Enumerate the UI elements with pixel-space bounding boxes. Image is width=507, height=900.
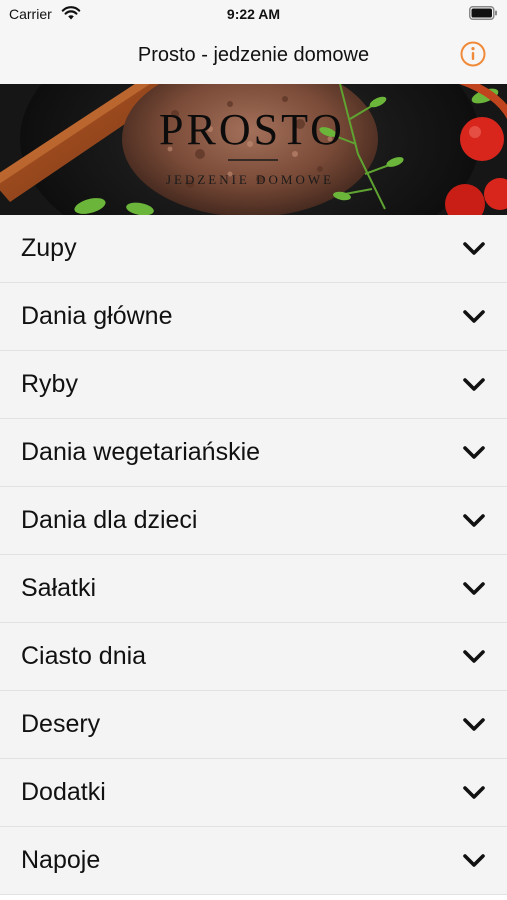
banner-logo-text: PROSTO — [159, 105, 345, 154]
banner-logo-subtitle: JEDZENIE DOMOWE — [166, 172, 334, 187]
chevron-down-icon[interactable] — [462, 308, 486, 326]
category-label: Desery — [21, 710, 101, 738]
navigation-bar: Prosto - jedzenie domowe — [0, 27, 507, 84]
category-label: Sałatki — [21, 574, 97, 602]
chevron-down-icon[interactable] — [462, 376, 486, 394]
category-row-dodatki[interactable]: Dodatki — [0, 759, 507, 827]
battery-full-icon — [469, 6, 497, 20]
chevron-down-icon[interactable] — [462, 648, 486, 666]
category-row-desery[interactable]: Desery — [0, 691, 507, 759]
category-row-ciasto-dnia[interactable]: Ciasto dnia — [0, 623, 507, 691]
banner-artwork: PROSTO JEDZENIE DOMOWE — [0, 84, 507, 215]
category-row-napoje[interactable]: Napoje — [0, 827, 507, 895]
chevron-down-icon[interactable] — [462, 240, 486, 258]
chevron-down-icon[interactable] — [462, 852, 486, 870]
app-screen: Carrier 9:22 AM Prosto - jedzenie domowe — [0, 0, 507, 900]
category-label: Dania wegetariańskie — [21, 438, 261, 466]
page-title: Prosto - jedzenie domowe — [137, 44, 370, 66]
chevron-down-icon[interactable] — [462, 444, 486, 462]
category-row-zupy[interactable]: Zupy — [0, 215, 507, 283]
category-row-ryby[interactable]: Ryby — [0, 351, 507, 419]
status-bar: Carrier 9:22 AM — [0, 0, 507, 27]
category-list: Zupy Dania główne Ryby Dania wegetariańskie… — [0, 215, 507, 895]
category-label: Dania główne — [21, 302, 173, 330]
category-label: Ryby — [21, 370, 78, 398]
banner-image: PROSTO JEDZENIE DOMOWE — [0, 84, 507, 215]
category-row-dania-glowne[interactable]: Dania główne — [0, 283, 507, 351]
category-row-dania-dla-dzieci[interactable]: Dania dla dzieci — [0, 487, 507, 555]
category-row-salatki[interactable]: Sałatki — [0, 555, 507, 623]
chevron-down-icon[interactable] — [462, 580, 486, 598]
chevron-down-icon[interactable] — [462, 784, 486, 802]
category-row-dania-wegetarianskie[interactable]: Dania wegetariańskie — [0, 419, 507, 487]
category-label: Napoje — [21, 846, 101, 874]
category-label: Dania dla dzieci — [21, 506, 198, 534]
chevron-down-icon[interactable] — [462, 512, 486, 530]
category-label: Dodatki — [21, 778, 106, 806]
category-label: Ciasto dnia — [21, 642, 147, 670]
chevron-down-icon[interactable] — [462, 716, 486, 734]
status-time: 9:22 AM — [226, 6, 281, 22]
category-label: Zupy — [21, 234, 77, 262]
info-icon[interactable] — [460, 41, 486, 67]
